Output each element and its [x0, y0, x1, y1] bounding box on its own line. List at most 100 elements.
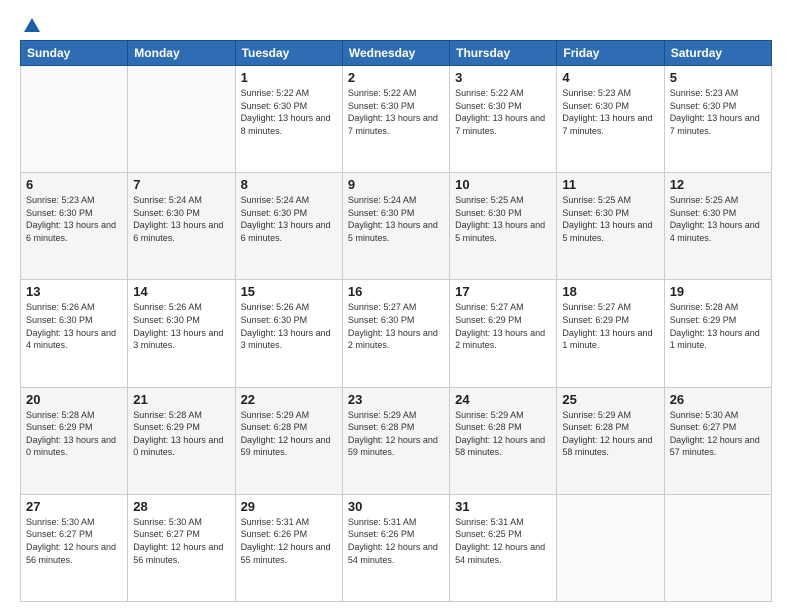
day-number: 5: [670, 70, 766, 85]
day-info: Sunrise: 5:31 AMSunset: 6:26 PMDaylight:…: [241, 516, 337, 566]
calendar-table: Sunday Monday Tuesday Wednesday Thursday…: [20, 40, 772, 602]
day-info: Sunrise: 5:25 AMSunset: 6:30 PMDaylight:…: [455, 194, 551, 244]
table-row: 26 Sunrise: 5:30 AMSunset: 6:27 PMDaylig…: [664, 387, 771, 494]
day-info: Sunrise: 5:22 AMSunset: 6:30 PMDaylight:…: [348, 87, 444, 137]
day-number: 7: [133, 177, 229, 192]
header: [20, 18, 772, 32]
header-monday: Monday: [128, 41, 235, 66]
header-sunday: Sunday: [21, 41, 128, 66]
day-info: Sunrise: 5:31 AMSunset: 6:25 PMDaylight:…: [455, 516, 551, 566]
table-row: 31 Sunrise: 5:31 AMSunset: 6:25 PMDaylig…: [450, 494, 557, 601]
table-row: 7 Sunrise: 5:24 AMSunset: 6:30 PMDayligh…: [128, 173, 235, 280]
day-number: 18: [562, 284, 658, 299]
table-row: [21, 66, 128, 173]
day-number: 25: [562, 392, 658, 407]
table-row: 4 Sunrise: 5:23 AMSunset: 6:30 PMDayligh…: [557, 66, 664, 173]
table-row: 28 Sunrise: 5:30 AMSunset: 6:27 PMDaylig…: [128, 494, 235, 601]
header-saturday: Saturday: [664, 41, 771, 66]
day-info: Sunrise: 5:24 AMSunset: 6:30 PMDaylight:…: [348, 194, 444, 244]
table-row: [557, 494, 664, 601]
day-number: 29: [241, 499, 337, 514]
table-row: 12 Sunrise: 5:25 AMSunset: 6:30 PMDaylig…: [664, 173, 771, 280]
day-info: Sunrise: 5:23 AMSunset: 6:30 PMDaylight:…: [26, 194, 122, 244]
table-row: 17 Sunrise: 5:27 AMSunset: 6:29 PMDaylig…: [450, 280, 557, 387]
table-row: 16 Sunrise: 5:27 AMSunset: 6:30 PMDaylig…: [342, 280, 449, 387]
table-row: 18 Sunrise: 5:27 AMSunset: 6:29 PMDaylig…: [557, 280, 664, 387]
table-row: 29 Sunrise: 5:31 AMSunset: 6:26 PMDaylig…: [235, 494, 342, 601]
table-row: 15 Sunrise: 5:26 AMSunset: 6:30 PMDaylig…: [235, 280, 342, 387]
header-thursday: Thursday: [450, 41, 557, 66]
day-number: 9: [348, 177, 444, 192]
table-row: 23 Sunrise: 5:29 AMSunset: 6:28 PMDaylig…: [342, 387, 449, 494]
table-row: 19 Sunrise: 5:28 AMSunset: 6:29 PMDaylig…: [664, 280, 771, 387]
table-row: 22 Sunrise: 5:29 AMSunset: 6:28 PMDaylig…: [235, 387, 342, 494]
calendar-week-row: 20 Sunrise: 5:28 AMSunset: 6:29 PMDaylig…: [21, 387, 772, 494]
day-info: Sunrise: 5:24 AMSunset: 6:30 PMDaylight:…: [133, 194, 229, 244]
day-number: 30: [348, 499, 444, 514]
day-number: 13: [26, 284, 122, 299]
table-row: 11 Sunrise: 5:25 AMSunset: 6:30 PMDaylig…: [557, 173, 664, 280]
day-info: Sunrise: 5:25 AMSunset: 6:30 PMDaylight:…: [670, 194, 766, 244]
day-number: 19: [670, 284, 766, 299]
day-info: Sunrise: 5:27 AMSunset: 6:29 PMDaylight:…: [562, 301, 658, 351]
day-info: Sunrise: 5:26 AMSunset: 6:30 PMDaylight:…: [241, 301, 337, 351]
day-number: 10: [455, 177, 551, 192]
table-row: 6 Sunrise: 5:23 AMSunset: 6:30 PMDayligh…: [21, 173, 128, 280]
day-number: 22: [241, 392, 337, 407]
weekday-header-row: Sunday Monday Tuesday Wednesday Thursday…: [21, 41, 772, 66]
day-info: Sunrise: 5:30 AMSunset: 6:27 PMDaylight:…: [26, 516, 122, 566]
calendar-week-row: 1 Sunrise: 5:22 AMSunset: 6:30 PMDayligh…: [21, 66, 772, 173]
day-info: Sunrise: 5:30 AMSunset: 6:27 PMDaylight:…: [670, 409, 766, 459]
calendar-week-row: 13 Sunrise: 5:26 AMSunset: 6:30 PMDaylig…: [21, 280, 772, 387]
table-row: 24 Sunrise: 5:29 AMSunset: 6:28 PMDaylig…: [450, 387, 557, 494]
header-tuesday: Tuesday: [235, 41, 342, 66]
day-number: 17: [455, 284, 551, 299]
day-number: 14: [133, 284, 229, 299]
day-number: 26: [670, 392, 766, 407]
table-row: 14 Sunrise: 5:26 AMSunset: 6:30 PMDaylig…: [128, 280, 235, 387]
day-number: 24: [455, 392, 551, 407]
day-number: 4: [562, 70, 658, 85]
table-row: 1 Sunrise: 5:22 AMSunset: 6:30 PMDayligh…: [235, 66, 342, 173]
day-number: 6: [26, 177, 122, 192]
logo: [20, 18, 40, 32]
day-number: 12: [670, 177, 766, 192]
table-row: 10 Sunrise: 5:25 AMSunset: 6:30 PMDaylig…: [450, 173, 557, 280]
day-info: Sunrise: 5:29 AMSunset: 6:28 PMDaylight:…: [455, 409, 551, 459]
calendar-week-row: 27 Sunrise: 5:30 AMSunset: 6:27 PMDaylig…: [21, 494, 772, 601]
header-friday: Friday: [557, 41, 664, 66]
day-info: Sunrise: 5:28 AMSunset: 6:29 PMDaylight:…: [26, 409, 122, 459]
table-row: [128, 66, 235, 173]
table-row: 20 Sunrise: 5:28 AMSunset: 6:29 PMDaylig…: [21, 387, 128, 494]
table-row: 25 Sunrise: 5:29 AMSunset: 6:28 PMDaylig…: [557, 387, 664, 494]
header-wednesday: Wednesday: [342, 41, 449, 66]
day-number: 2: [348, 70, 444, 85]
day-info: Sunrise: 5:30 AMSunset: 6:27 PMDaylight:…: [133, 516, 229, 566]
day-info: Sunrise: 5:23 AMSunset: 6:30 PMDaylight:…: [562, 87, 658, 137]
table-row: 21 Sunrise: 5:28 AMSunset: 6:29 PMDaylig…: [128, 387, 235, 494]
logo-icon: [24, 18, 40, 32]
day-number: 27: [26, 499, 122, 514]
day-number: 1: [241, 70, 337, 85]
day-info: Sunrise: 5:29 AMSunset: 6:28 PMDaylight:…: [241, 409, 337, 459]
day-info: Sunrise: 5:26 AMSunset: 6:30 PMDaylight:…: [26, 301, 122, 351]
table-row: 5 Sunrise: 5:23 AMSunset: 6:30 PMDayligh…: [664, 66, 771, 173]
day-number: 16: [348, 284, 444, 299]
day-number: 23: [348, 392, 444, 407]
day-info: Sunrise: 5:27 AMSunset: 6:30 PMDaylight:…: [348, 301, 444, 351]
day-number: 3: [455, 70, 551, 85]
table-row: 9 Sunrise: 5:24 AMSunset: 6:30 PMDayligh…: [342, 173, 449, 280]
day-number: 8: [241, 177, 337, 192]
day-info: Sunrise: 5:28 AMSunset: 6:29 PMDaylight:…: [670, 301, 766, 351]
table-row: 8 Sunrise: 5:24 AMSunset: 6:30 PMDayligh…: [235, 173, 342, 280]
day-number: 11: [562, 177, 658, 192]
page: Sunday Monday Tuesday Wednesday Thursday…: [0, 0, 792, 612]
day-number: 21: [133, 392, 229, 407]
day-number: 15: [241, 284, 337, 299]
day-info: Sunrise: 5:27 AMSunset: 6:29 PMDaylight:…: [455, 301, 551, 351]
day-info: Sunrise: 5:22 AMSunset: 6:30 PMDaylight:…: [241, 87, 337, 137]
day-info: Sunrise: 5:25 AMSunset: 6:30 PMDaylight:…: [562, 194, 658, 244]
table-row: 13 Sunrise: 5:26 AMSunset: 6:30 PMDaylig…: [21, 280, 128, 387]
table-row: 2 Sunrise: 5:22 AMSunset: 6:30 PMDayligh…: [342, 66, 449, 173]
day-info: Sunrise: 5:28 AMSunset: 6:29 PMDaylight:…: [133, 409, 229, 459]
